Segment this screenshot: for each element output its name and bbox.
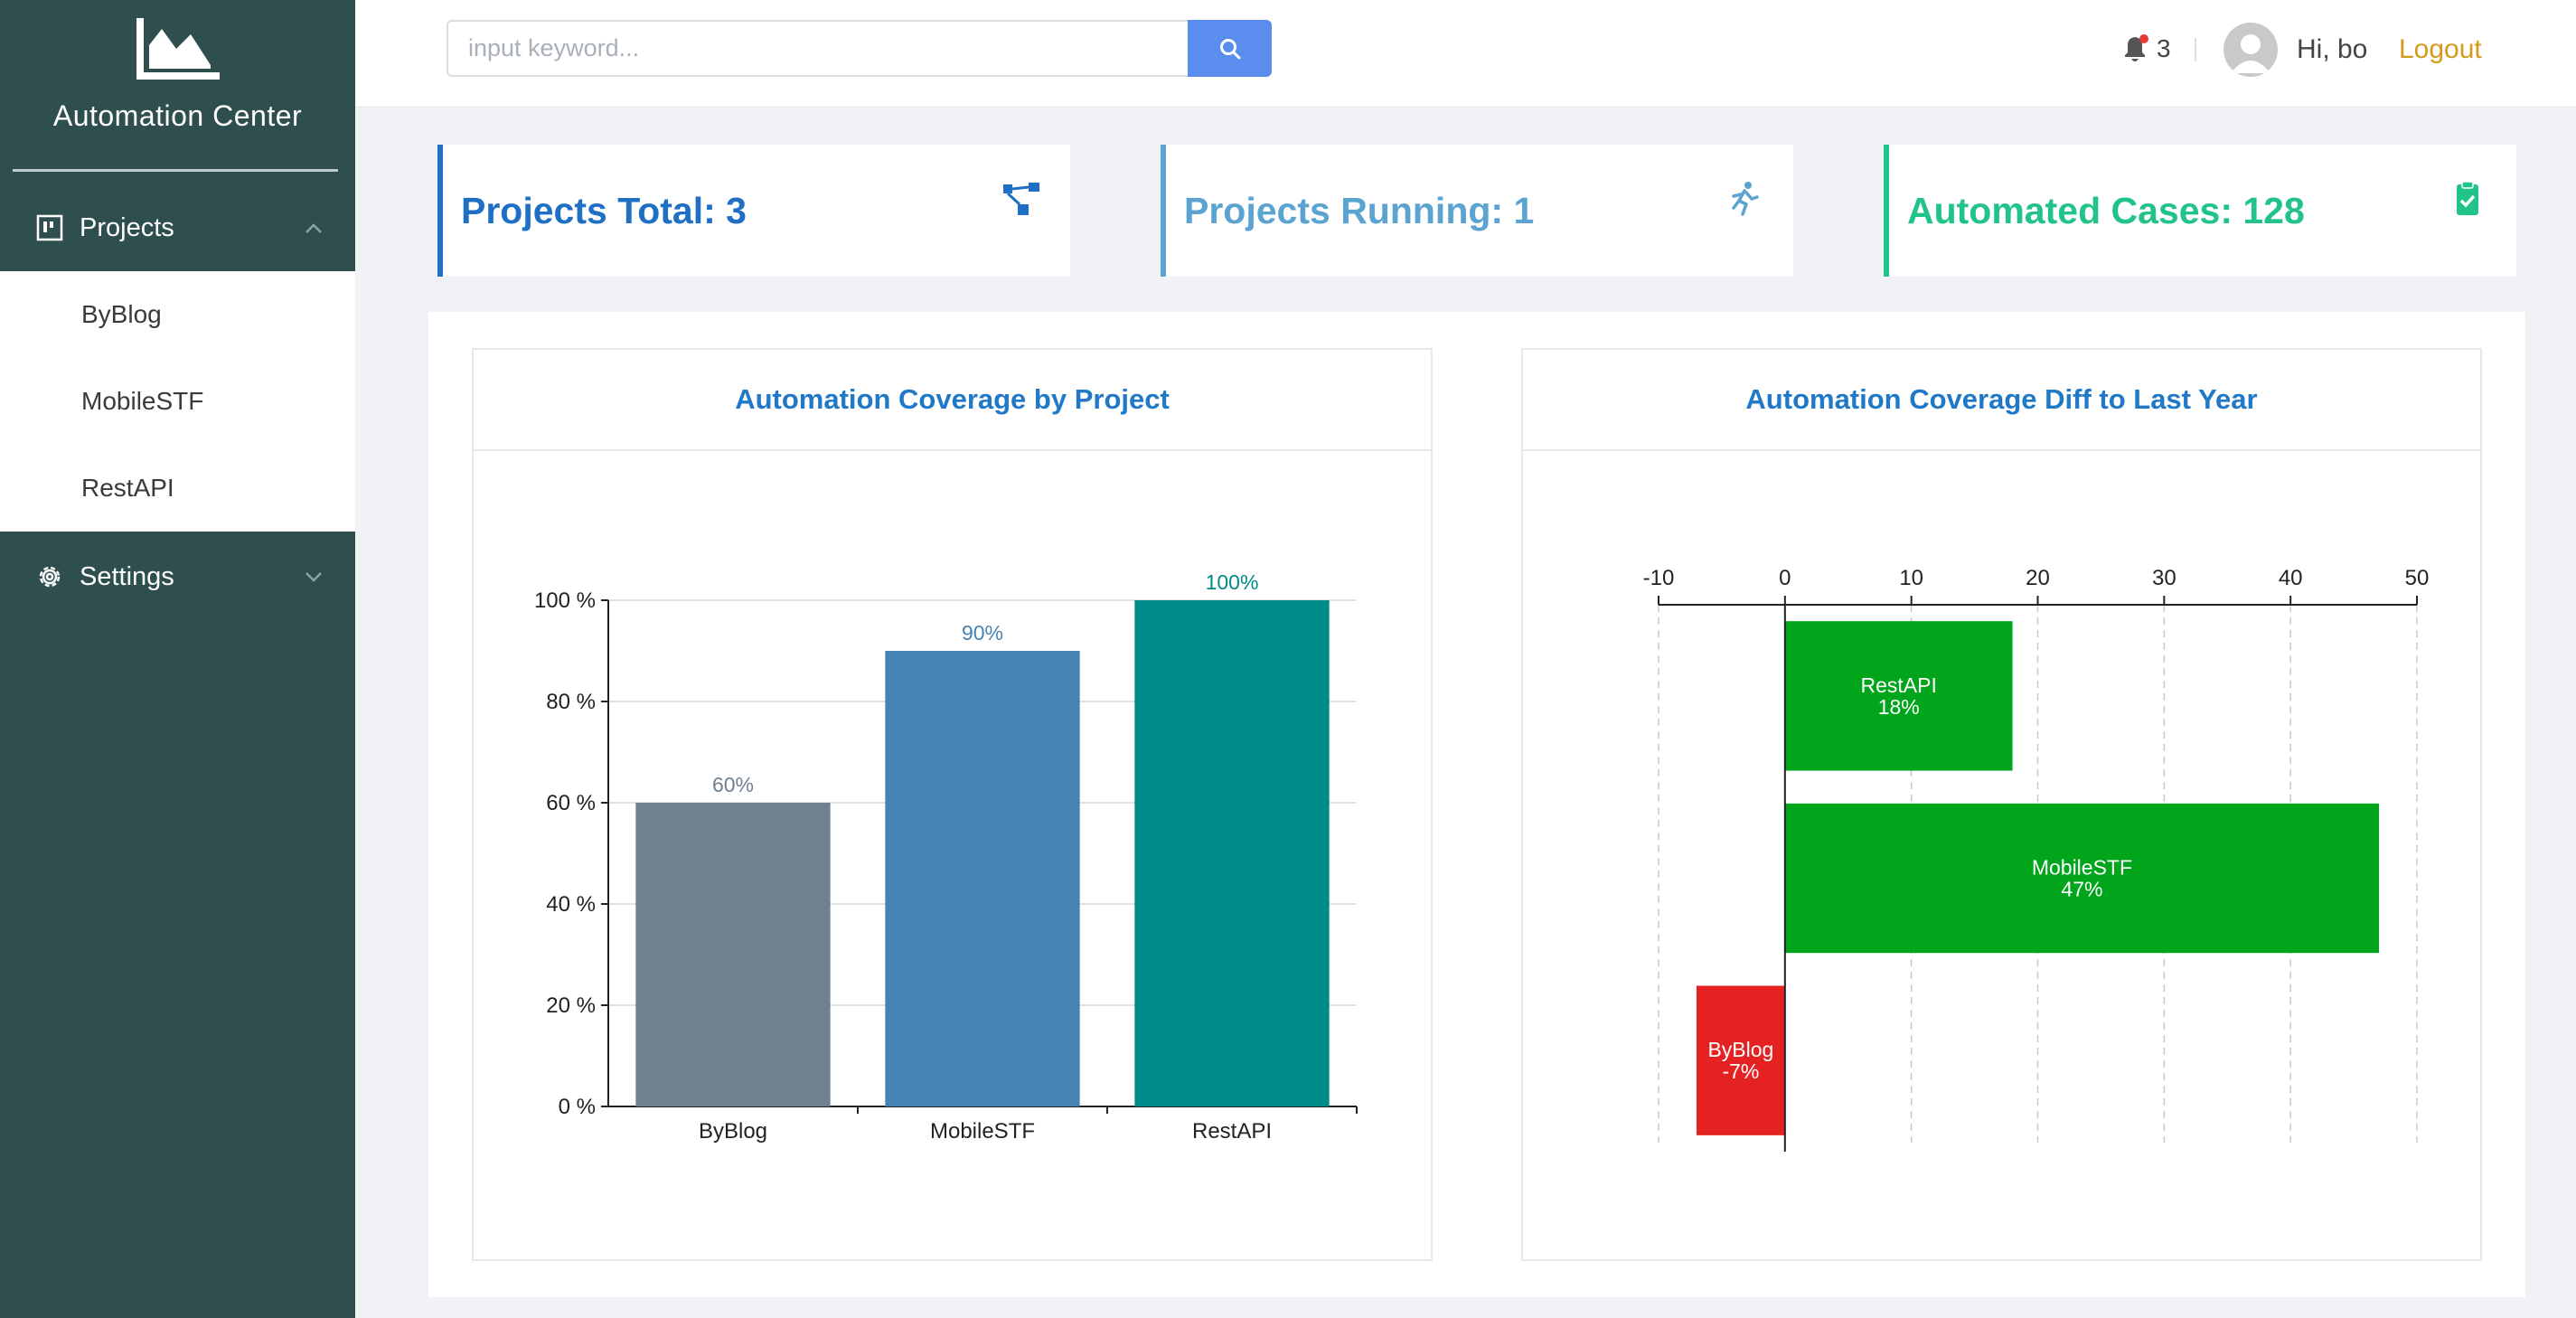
stat-card-projects-total: Projects Total: 3 <box>437 145 1070 277</box>
running-person-icon <box>1732 182 1759 216</box>
y-tick-label: 100 % <box>534 588 596 613</box>
y-tick-label: 60 % <box>546 791 596 815</box>
sidebar-menu-projects[interactable]: Projects <box>0 183 355 273</box>
x-tick-label: 40 <box>2279 566 2303 590</box>
gear-icon <box>39 566 61 588</box>
stat-label: Automated Cases: 128 <box>1907 189 2305 231</box>
bar-value-label: 60% <box>712 773 754 796</box>
stat-label: Projects Total: 3 <box>461 189 747 231</box>
bar <box>885 651 1080 1106</box>
x-tick-label: 30 <box>2152 566 2176 590</box>
x-tick-label: ByBlog <box>699 1119 767 1144</box>
charts-panel: Automation Coverage by Project 0 % 20 % 40… <box>428 312 2525 1297</box>
bar-value-label: 100% <box>1206 570 1259 594</box>
top-header: 3 Hi, bo Logout <box>355 0 2576 108</box>
search-input[interactable] <box>447 20 1188 77</box>
project-tree-icon <box>1003 183 1039 215</box>
sidebar: Automation Center Projects ByBlog Mobile… <box>0 0 355 1318</box>
bar-value-label: 47% <box>2061 878 2102 901</box>
search-icon <box>1219 38 1240 59</box>
coverage-chart-title: Automation Coverage by Project <box>474 350 1431 451</box>
notification-count: 3 <box>2157 34 2171 62</box>
x-tick-label: -10 <box>1643 566 1675 590</box>
sidebar-item-mobilestf[interactable]: MobileSTF <box>0 358 355 445</box>
bar-value-label: 90% <box>962 621 1003 645</box>
logo-area: Automation Center <box>0 18 355 199</box>
stat-label: Projects Running: 1 <box>1184 189 1535 231</box>
y-tick-label: 40 % <box>546 892 596 917</box>
notification-bell-icon[interactable] <box>2120 33 2151 65</box>
logo-divider <box>13 169 338 172</box>
bar <box>1134 600 1330 1106</box>
user-avatar-icon <box>2231 34 2270 73</box>
clipboard-check-icon <box>2457 181 2478 215</box>
x-tick-label: RestAPI <box>1192 1119 1272 1144</box>
y-tick-label: 20 % <box>546 993 596 1018</box>
stat-card-automated-cases: Automated Cases: 128 <box>1884 145 2516 277</box>
bar-value-label: -7% <box>1722 1059 1759 1083</box>
logout-link[interactable]: Logout <box>2399 34 2482 65</box>
sidebar-menu-settings[interactable]: Settings <box>0 532 355 622</box>
chevron-down-icon <box>306 572 322 582</box>
sidebar-menu-settings-label: Settings <box>80 561 174 591</box>
sidebar-item-restapi[interactable]: RestAPI <box>0 445 355 532</box>
sidebar-menu-projects-label: Projects <box>80 212 174 242</box>
diff-chart-title: Automation Coverage Diff to Last Year <box>1523 350 2480 451</box>
x-tick-label: 0 <box>1779 566 1791 590</box>
x-tick-label: 10 <box>1899 566 1923 590</box>
bar-category-label: ByBlog <box>1707 1038 1773 1061</box>
diff-chart-card: Automation Coverage Diff to Last Year -1… <box>1521 348 2482 1261</box>
area-chart-logo-icon <box>136 18 220 80</box>
chevron-up-icon <box>306 223 322 233</box>
kanban-board-icon <box>36 214 63 241</box>
stat-card-projects-running: Projects Running: 1 <box>1161 145 1793 277</box>
bar-category-label: RestAPI <box>1860 673 1936 697</box>
coverage-chart-card: Automation Coverage by Project 0 % 20 % 40… <box>472 348 1433 1261</box>
x-tick-label: MobileSTF <box>930 1119 1035 1144</box>
avatar[interactable] <box>2223 23 2278 77</box>
bar-category-label: MobileSTF <box>2032 856 2132 880</box>
diff-bar-chart: -10 0 10 20 30 40 50 RestAPI18% MobileSTF47% ByBl… <box>1643 566 2430 1152</box>
y-tick-label: 80 % <box>546 690 596 714</box>
search-button[interactable] <box>1188 20 1272 77</box>
y-tick-label: 0 % <box>559 1095 596 1119</box>
projects-submenu: ByBlog MobileSTF RestAPI <box>0 271 355 532</box>
app-title: Automation Center <box>52 99 303 132</box>
x-tick-label: 50 <box>2405 566 2430 590</box>
header-divider <box>2195 38 2196 61</box>
coverage-bar-chart: 0 % 20 % 40 % 60 % 80 % 100 % 60% ByBlog 90% Mobi… <box>534 570 1358 1144</box>
sidebar-item-byblog[interactable]: ByBlog <box>0 271 355 358</box>
bar <box>635 803 831 1106</box>
x-tick-label: 20 <box>2026 566 2050 590</box>
user-greeting: Hi, bo <box>2297 34 2368 64</box>
bar-value-label: 18% <box>1878 695 1920 719</box>
